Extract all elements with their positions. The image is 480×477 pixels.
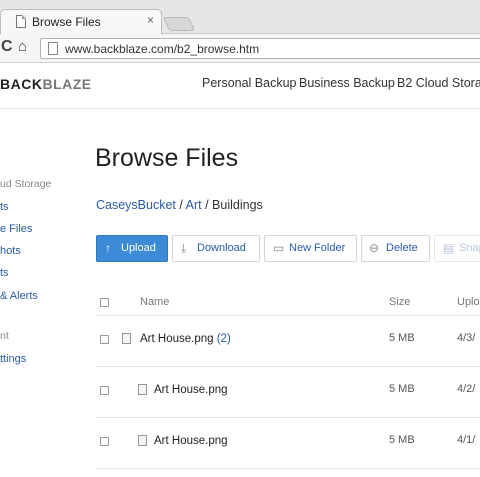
download-button[interactable]: ⤓ Download [172,235,260,262]
breadcrumb-separator: / [175,198,186,212]
table-row[interactable]: Art House.png 5 MB 4/2/ [96,367,480,418]
snapshot-icon: ▤ [443,241,455,255]
file-name-cell[interactable]: Art House.png (2) [140,333,231,345]
sidebar-section-account: nt [0,330,9,342]
column-name[interactable]: Name [140,296,169,308]
tab-title: Browse Files [32,15,101,29]
browser-toolbar: C ⌂ www.backblaze.com/b2_browse.htm [0,34,480,63]
breadcrumb-folder[interactable]: Art [186,198,202,212]
column-size[interactable]: Size [389,296,410,308]
tab-close-icon[interactable]: × [147,13,154,27]
logo-light: BLAZE [42,76,92,92]
breadcrumb-separator: / [201,198,213,212]
page-icon [16,15,26,28]
sidebar-item-alerts[interactable]: & Alerts [0,290,38,302]
sidebar-item-reports[interactable]: ts [0,267,9,279]
upload-date: 4/1/ [457,434,476,446]
nav-personal-backup[interactable]: Personal Backup [202,76,297,90]
sidebar-item-snapshots[interactable]: hots [0,245,21,257]
url-text[interactable]: www.backblaze.com/b2_browse.htm [65,42,259,56]
sidebar-item-buckets[interactable]: ts [0,201,9,213]
sidebar-section-cloud-storage: ud Storage [0,178,52,190]
file-icon [122,333,131,344]
logo[interactable]: BACKBLAZE [0,76,92,92]
row-checkbox[interactable] [100,437,109,446]
file-size: 5 MB [389,332,415,344]
file-name[interactable]: Art House.png [140,333,214,345]
new-folder-label: New Folder [289,242,346,254]
browser-tab-bar: Browse Files × [0,0,480,34]
breadcrumb: CaseysBucket / Art / Buildings [96,198,263,212]
upload-arrow-icon: ↑ [105,241,111,255]
nav-business-backup[interactable]: Business Backup [299,76,395,90]
delete-label: Delete [386,242,418,254]
version-count[interactable]: (2) [217,333,231,345]
delete-button[interactable]: ⊖ Delete [361,235,430,262]
select-all-checkbox[interactable] [100,298,109,307]
reload-icon[interactable]: C [1,38,13,56]
snapshot-label: Snap [459,242,480,254]
address-bar[interactable]: www.backblaze.com/b2_browse.htm [40,38,480,59]
column-uploaded[interactable]: Uplo [457,296,480,308]
nav-b2-cloud-storage[interactable]: B2 Cloud Storage [397,76,480,90]
download-icon: ⤓ [181,241,187,255]
table-header: Name Size Uplo [96,288,480,316]
file-icon [138,435,147,446]
file-size: 5 MB [389,434,415,446]
sidebar-item-settings[interactable]: ttings [0,353,26,365]
table-row[interactable]: Art House.png (2) 5 MB 4/3/ [96,316,480,367]
breadcrumb-current: Buildings [212,198,263,212]
page-icon [48,42,58,55]
snapshot-button[interactable]: ▤ Snap [434,235,480,262]
delete-circle-icon: ⊖ [369,241,380,255]
sidebar-item-browse-files[interactable]: e Files [0,223,32,235]
file-icon [138,384,147,395]
row-checkbox[interactable] [100,386,109,395]
folder-icon: ▭ [273,241,285,255]
upload-label: Upload [121,242,156,254]
new-folder-button[interactable]: ▭ New Folder [264,235,357,262]
logo-bold: BACK [0,76,43,92]
table-row[interactable]: Art House.png 5 MB 4/1/ [96,418,480,469]
row-checkbox[interactable] [100,335,109,344]
breadcrumb-bucket[interactable]: CaseysBucket [96,198,176,212]
page-title: Browse Files [95,144,239,172]
file-size: 5 MB [389,383,415,395]
upload-date: 4/3/ [457,332,476,344]
upload-date: 4/2/ [457,383,476,395]
download-label: Download [197,242,246,254]
site-header: BACKBLAZE Personal Backup Business Backu… [0,63,480,109]
file-name[interactable]: Art House.png [154,435,228,447]
upload-button[interactable]: ↑ Upload [96,235,168,262]
file-name[interactable]: Art House.png [154,384,228,396]
home-icon[interactable]: ⌂ [18,38,27,55]
browser-tab[interactable]: Browse Files × [0,9,162,34]
new-tab-button[interactable] [162,17,196,31]
